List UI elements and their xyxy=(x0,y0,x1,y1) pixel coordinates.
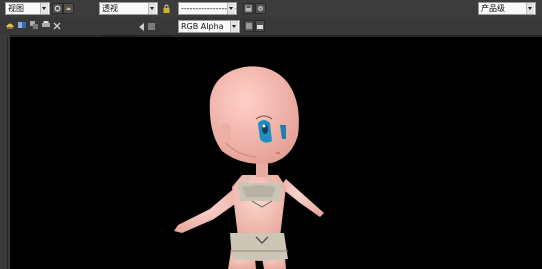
chevron-down-icon xyxy=(40,3,48,14)
settings-button[interactable] xyxy=(255,3,266,14)
projection-select-label: 透视 xyxy=(102,4,118,13)
print-icon[interactable] xyxy=(41,20,51,30)
alpha-display-button[interactable] xyxy=(244,20,254,32)
chevron-down-icon xyxy=(148,3,156,14)
close-icon[interactable] xyxy=(52,21,62,31)
channel-toolbar: RGB Alpha xyxy=(0,17,542,47)
teapot-render-icon[interactable] xyxy=(5,20,15,30)
channel-select-label: RGB Alpha xyxy=(181,22,224,31)
line-select[interactable]: ------------------------ xyxy=(178,2,237,15)
lock-icon[interactable] xyxy=(162,3,171,14)
render-button[interactable] xyxy=(63,3,74,14)
projection-select[interactable]: 透视 xyxy=(99,2,158,15)
chevron-down-icon xyxy=(227,3,235,14)
mono-toggle[interactable] xyxy=(148,23,155,30)
save-image-button[interactable] xyxy=(243,3,254,14)
display-icon xyxy=(246,23,252,29)
view-select-label: 视图 xyxy=(8,4,24,13)
product-select-label: 产品级 xyxy=(481,4,505,13)
teapot-icon xyxy=(66,7,71,10)
product-select[interactable]: 产品级 xyxy=(478,2,536,15)
chevron-down-icon xyxy=(526,3,534,14)
arrow-left-icon[interactable] xyxy=(139,23,145,31)
render-settings-button[interactable] xyxy=(52,3,63,14)
cog-icon xyxy=(258,6,263,11)
chibi-character-render xyxy=(174,66,324,269)
top-toolbar: 视图 透视 ------------------------ 产品级 xyxy=(0,0,542,18)
chevron-down-icon xyxy=(230,21,238,32)
viewport-frame xyxy=(0,35,10,269)
toggle-ui-button[interactable] xyxy=(255,20,265,32)
channel-select[interactable]: RGB Alpha xyxy=(178,20,240,33)
render-viewport xyxy=(10,37,542,269)
clone-render-icon[interactable] xyxy=(29,20,39,30)
save-icon xyxy=(245,5,252,12)
region-render-icon[interactable] xyxy=(17,20,27,30)
gear-icon xyxy=(54,5,61,12)
window-icon xyxy=(257,23,263,29)
view-select[interactable]: 视图 xyxy=(5,2,50,15)
